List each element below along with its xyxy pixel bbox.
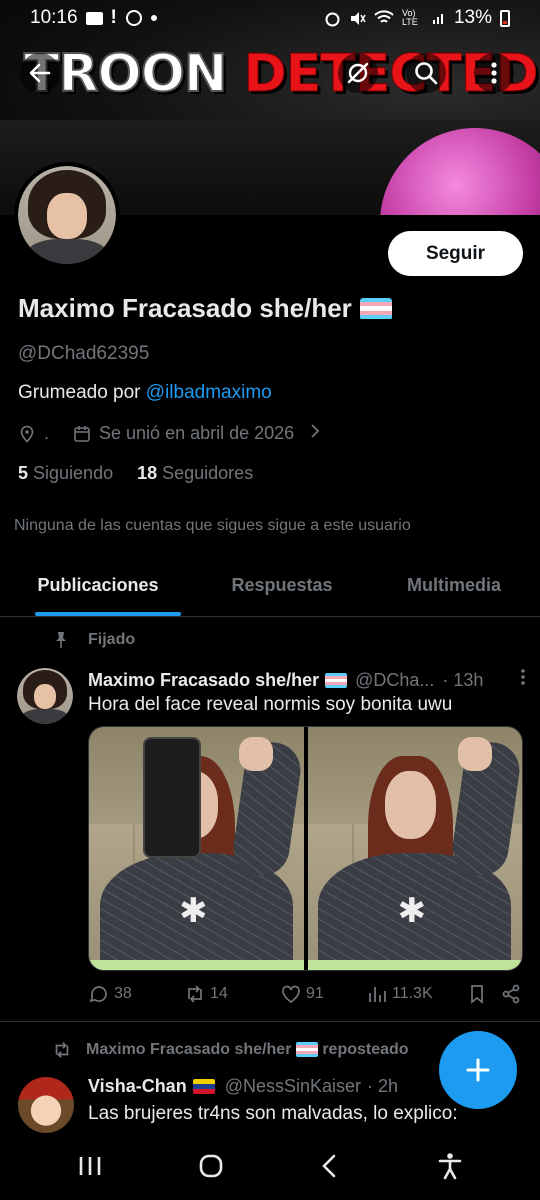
alarm-icon xyxy=(324,10,341,27)
alert-notification-icon: ! xyxy=(110,7,117,28)
views-chart-icon xyxy=(369,987,386,1002)
venezuela-flag-icon xyxy=(192,1079,215,1094)
heart-icon xyxy=(282,985,300,1004)
post-author-handle: @DCha... xyxy=(355,669,435,690)
post-media[interactable]: ✱ ✱ xyxy=(88,726,523,971)
wifi-icon xyxy=(374,10,394,26)
views-button[interactable]: 11.3K xyxy=(366,983,466,1005)
follow-button[interactable]: Seguir xyxy=(388,231,523,276)
repost-button[interactable]: 14 xyxy=(184,983,280,1005)
recent-apps-icon xyxy=(79,1156,101,1175)
accessibility-button[interactable] xyxy=(437,1152,463,1185)
repost-author-name[interactable]: Visha-Chan xyxy=(88,1076,187,1097)
repost-icon xyxy=(55,1042,69,1058)
chevron-right-icon[interactable] xyxy=(308,422,322,445)
network-label: Vo) LTE xyxy=(401,8,418,27)
reply-icon xyxy=(89,986,107,1003)
post-photo-1[interactable]: ✱ xyxy=(89,727,304,970)
followers-link[interactable]: 18 Seguidores xyxy=(137,463,253,484)
profile-bio: Grumeado por @ilbadmaximo xyxy=(18,382,272,403)
system-nav-bar xyxy=(0,1136,540,1200)
calendar-icon xyxy=(74,425,90,442)
accessibility-icon xyxy=(438,1152,462,1179)
post-text: Hora del face reveal normis soy bonita u… xyxy=(88,694,453,715)
more-notifications-icon xyxy=(150,15,157,21)
reply-button[interactable]: 38 xyxy=(88,983,184,1005)
post-timestamp: · 13h xyxy=(442,669,484,690)
post-divider xyxy=(0,1021,540,1022)
mute-icon xyxy=(349,10,366,27)
more-vertical-icon xyxy=(491,62,497,84)
join-date: Se unió en abril de 2026 xyxy=(73,423,294,444)
home-button[interactable] xyxy=(198,1153,224,1184)
tab-media[interactable]: Multimedia xyxy=(368,555,540,616)
repost-header: Visha-Chan @NessSinKaiser · 2h xyxy=(88,1076,398,1097)
pin-icon xyxy=(56,632,66,648)
trans-flag-icon xyxy=(359,297,392,320)
share-button[interactable] xyxy=(500,983,522,1005)
post-author-avatar[interactable] xyxy=(17,668,73,724)
back-button[interactable] xyxy=(20,53,60,93)
repost-icon xyxy=(188,985,202,1003)
profile-meta: . Se unió en abril de 2026 xyxy=(18,422,322,445)
profile-tabs: Publicaciones Respuestas Multimedia xyxy=(0,555,540,617)
more-options-button[interactable] xyxy=(474,53,514,93)
search-button[interactable] xyxy=(406,53,446,93)
post-more-icon[interactable] xyxy=(520,668,526,692)
share-icon xyxy=(502,984,520,1004)
status-time: 10:16 xyxy=(30,7,78,28)
repost-timestamp: · 2h xyxy=(367,1076,399,1096)
repost-indicator: Maximo Fracasado she/her reposteado xyxy=(52,1040,409,1060)
status-bar: 10:16 ! Vo) LTE 13% xyxy=(0,0,540,36)
bookmark-button[interactable] xyxy=(466,983,500,1005)
post-photo-2[interactable]: ✱ xyxy=(307,727,522,970)
post-header: Maximo Fracasado she/her @DCha... · 13h xyxy=(88,668,526,692)
repost-author-handle: @NessSinKaiser xyxy=(224,1076,362,1096)
mutuals-notice: Ninguna de las cuentas que sigues sigue … xyxy=(14,517,411,534)
banner-title: TROON DETECTED xyxy=(23,43,539,105)
repost-author-avatar[interactable] xyxy=(18,1077,74,1133)
following-link[interactable]: 5 Siguiendo xyxy=(18,463,113,484)
battery-icon xyxy=(500,9,510,27)
trans-flag-icon xyxy=(295,1042,318,1058)
post-actions: 38 14 91 11.3K xyxy=(88,983,526,1005)
recent-apps-button[interactable] xyxy=(77,1154,103,1183)
profile-handle: @DChad62395 xyxy=(18,343,150,364)
whatsapp-notification-icon xyxy=(125,9,143,27)
grok-button[interactable] xyxy=(338,53,378,93)
youtube-notification-icon xyxy=(85,11,103,25)
repost-text: Las brujeres tr4ns son malvadas, lo expl… xyxy=(88,1103,458,1124)
follow-counts: 5 Siguiendo 18 Seguidores xyxy=(18,463,253,484)
search-icon xyxy=(415,62,438,85)
grok-icon xyxy=(347,62,369,84)
pinned-indicator: Fijado xyxy=(52,631,135,649)
post-author-name[interactable]: Maximo Fracasado she/her xyxy=(88,670,348,691)
chevron-left-icon xyxy=(322,1154,336,1177)
home-icon xyxy=(199,1154,223,1177)
signal-icon xyxy=(432,11,446,25)
tab-posts[interactable]: Publicaciones xyxy=(0,555,196,616)
like-button[interactable]: 91 xyxy=(280,983,366,1005)
bio-mention-link[interactable]: @ilbadmaximo xyxy=(146,382,272,403)
bookmark-icon xyxy=(471,985,483,1004)
plus-icon xyxy=(466,1058,490,1082)
compose-post-button[interactable] xyxy=(439,1031,517,1109)
location: . xyxy=(18,423,49,444)
arrow-left-icon xyxy=(29,63,51,83)
tab-replies[interactable]: Respuestas xyxy=(196,555,368,616)
back-nav-button[interactable] xyxy=(318,1153,342,1184)
location-pin-icon xyxy=(20,425,34,443)
profile-avatar[interactable] xyxy=(14,162,120,268)
battery-percent: 13% xyxy=(453,7,492,28)
profile-name: Maximo Fracasado she/her xyxy=(18,293,392,324)
trans-flag-icon xyxy=(325,672,348,688)
